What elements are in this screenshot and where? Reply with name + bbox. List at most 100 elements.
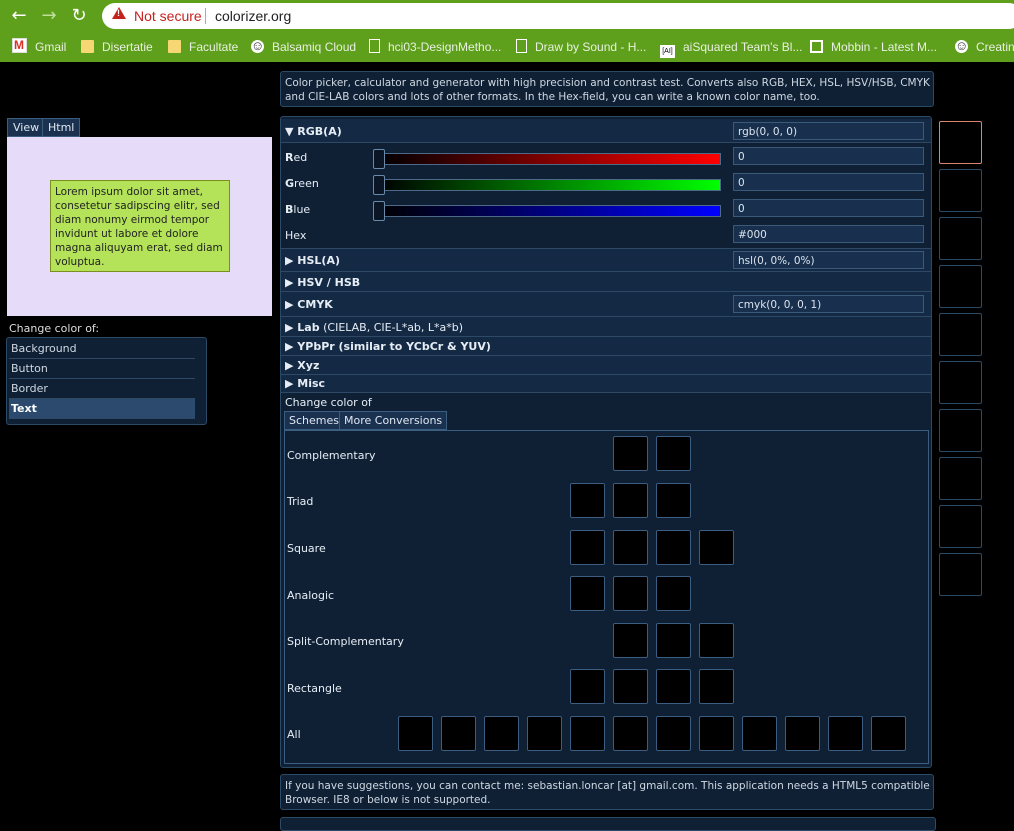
history-swatch[interactable] <box>939 409 982 452</box>
scheme-swatch[interactable] <box>699 669 734 704</box>
scheme-swatch[interactable] <box>613 576 648 611</box>
tab-html[interactable]: Html <box>42 118 81 137</box>
scheme-swatch[interactable] <box>656 436 691 471</box>
target-background[interactable]: Background <box>9 339 195 359</box>
tab-view[interactable]: View <box>7 118 46 137</box>
url-text[interactable]: colorizer.org <box>215 8 291 24</box>
bookmark-label: Disertatie <box>102 40 153 54</box>
history-swatch[interactable] <box>939 265 982 308</box>
scheme-swatch[interactable] <box>656 716 691 751</box>
blue-slider[interactable] <box>373 201 721 221</box>
scheme-swatch[interactable] <box>828 716 863 751</box>
target-border[interactable]: Border <box>9 379 195 399</box>
target-text[interactable]: Text <box>9 399 195 419</box>
scheme-swatch[interactable] <box>570 530 605 565</box>
bookmark-creatin[interactable]: Creatin <box>955 37 1014 56</box>
history-swatch[interactable] <box>939 457 982 500</box>
section-lab-sub: (CIELAB, CIE-L*ab, L*a*b) <box>319 321 464 334</box>
scheme-swatch[interactable] <box>785 716 820 751</box>
address-bar[interactable]: Not secure colorizer.org <box>102 3 1014 29</box>
section-rgb-title: ▼ RGB(A) <box>285 125 342 138</box>
scheme-swatch[interactable] <box>656 530 691 565</box>
not-secure-label[interactable]: Not secure <box>134 8 202 24</box>
tab-more-conversions[interactable]: More Conversions <box>339 411 448 430</box>
scheme-label-square: Square <box>287 542 326 555</box>
green-slider[interactable] <box>373 175 721 195</box>
hex-value-input[interactable]: #000 <box>733 225 924 243</box>
scheme-swatch[interactable] <box>484 716 519 751</box>
history-swatch[interactable] <box>939 553 982 596</box>
bookmark-balsamiq[interactable]: Balsamiq Cloud <box>251 37 356 56</box>
back-arrow-icon[interactable]: ← <box>6 4 32 28</box>
bookmark-aisquared[interactable]: [AI] aiSquared Team's Bl... <box>660 38 802 58</box>
scheme-swatch[interactable] <box>613 716 648 751</box>
bookmark-draw-by-sound[interactable]: Draw by Sound - H... <box>516 38 646 56</box>
scheme-swatch[interactable] <box>742 716 777 751</box>
scheme-swatch[interactable] <box>527 716 562 751</box>
history-swatch[interactable] <box>939 505 982 548</box>
scheme-swatch[interactable] <box>570 483 605 518</box>
hsl-value-input[interactable]: hsl(0, 0%, 0%) <box>733 251 924 269</box>
red-slider-handle[interactable] <box>373 149 385 169</box>
scheme-swatch[interactable] <box>398 716 433 751</box>
scheme-swatch[interactable] <box>441 716 476 751</box>
scheme-swatch[interactable] <box>699 530 734 565</box>
scheme-label-all: All <box>287 728 301 741</box>
tab-schemes[interactable]: Schemes <box>284 411 344 430</box>
blue-slider-handle[interactable] <box>373 201 385 221</box>
scheme-swatch[interactable] <box>871 716 906 751</box>
scheme-swatch[interactable] <box>570 716 605 751</box>
bookmark-hci03[interactable]: hci03-DesignMetho... <box>369 38 501 56</box>
bookmark-facultate[interactable]: Facultate <box>168 38 238 56</box>
scheme-swatch[interactable] <box>656 623 691 658</box>
collapsed-triangle-icon: ▶ <box>285 276 298 289</box>
section-hsl[interactable]: ▶ HSL(A) hsl(0, 0%, 0%) <box>281 249 931 272</box>
red-slider[interactable] <box>373 149 721 169</box>
scheme-swatch[interactable] <box>613 669 648 704</box>
ai-icon: [AI] <box>660 45 675 58</box>
section-lab-label: Lab <box>297 321 320 334</box>
scheme-swatch[interactable] <box>656 576 691 611</box>
scheme-swatch[interactable] <box>613 436 648 471</box>
blue-value-input[interactable]: 0 <box>733 199 924 217</box>
section-ypbpr[interactable]: ▶ YPbPr (similar to YCbCr & YUV) <box>281 337 931 356</box>
scheme-swatch[interactable] <box>699 716 734 751</box>
section-misc[interactable]: ▶ Misc <box>281 375 931 393</box>
blue-row: Blue 0 <box>281 196 931 222</box>
history-swatch[interactable] <box>939 361 982 404</box>
section-xyz[interactable]: ▶ Xyz <box>281 356 931 375</box>
history-swatch[interactable] <box>939 121 982 164</box>
bookmark-disertatie[interactable]: Disertatie <box>81 38 153 56</box>
bookmark-gmail[interactable]: Gmail <box>12 36 66 56</box>
scheme-swatch[interactable] <box>656 669 691 704</box>
history-swatch[interactable] <box>939 313 982 356</box>
scheme-swatch[interactable] <box>656 483 691 518</box>
bookmarks-bar: Gmail Disertatie Facultate Balsamiq Clou… <box>0 32 1014 62</box>
scheme-swatch[interactable] <box>570 576 605 611</box>
bookmark-mobbin[interactable]: Mobbin - Latest M... <box>810 38 937 56</box>
next-panel-edge <box>280 817 936 831</box>
scheme-swatch[interactable] <box>699 623 734 658</box>
change-color-label: Change color of: <box>9 322 100 335</box>
rgb-value-input[interactable]: rgb(0, 0, 0) <box>733 122 924 140</box>
reload-icon[interactable]: ↻ <box>66 4 92 28</box>
forward-arrow-icon[interactable]: → <box>36 4 62 28</box>
red-value-input[interactable]: 0 <box>733 147 924 165</box>
scheme-swatch[interactable] <box>613 530 648 565</box>
section-rgb[interactable]: ▼ RGB(A) rgb(0, 0, 0) <box>281 119 931 143</box>
section-lab[interactable]: ▶ Lab (CIELAB, CIE-L*ab, L*a*b) <box>281 317 931 337</box>
section-cmyk[interactable]: ▶ CMYK cmyk(0, 0, 0, 1) <box>281 292 931 317</box>
scheme-swatch[interactable] <box>613 623 648 658</box>
intro-panel: Color picker, calculator and generator w… <box>280 71 934 107</box>
cmyk-value-input[interactable]: cmyk(0, 0, 0, 1) <box>733 295 924 313</box>
intro-text: Color picker, calculator and generator w… <box>285 77 930 103</box>
section-hsv[interactable]: ▶ HSV / HSB <box>281 272 931 292</box>
green-value-input[interactable]: 0 <box>733 173 924 191</box>
history-swatch[interactable] <box>939 217 982 260</box>
green-slider-handle[interactable] <box>373 175 385 195</box>
scheme-swatch[interactable] <box>613 483 648 518</box>
target-button[interactable]: Button <box>9 359 195 379</box>
history-swatch[interactable] <box>939 169 982 212</box>
scheme-swatch[interactable] <box>570 669 605 704</box>
section-cmyk-label: CMYK <box>297 298 333 311</box>
